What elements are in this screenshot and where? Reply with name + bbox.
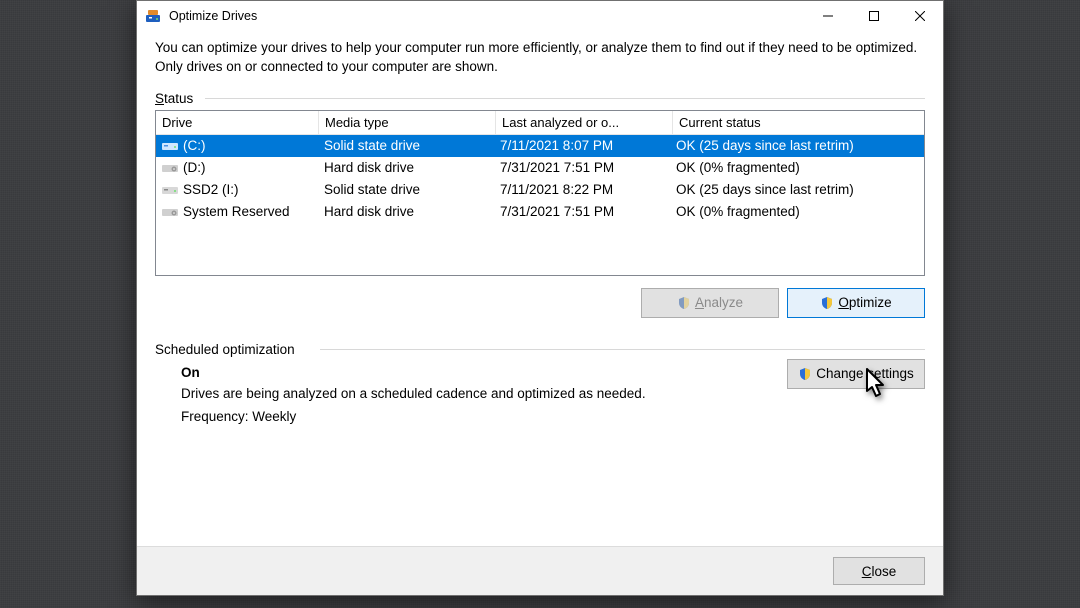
drive-media: Hard disk drive [318, 204, 494, 219]
col-status[interactable]: Current status [673, 111, 924, 134]
optimize-drives-window: Optimize Drives You can optimize your dr… [136, 0, 944, 596]
drive-media: Solid state drive [318, 182, 494, 197]
close-button[interactable] [897, 1, 943, 31]
drive-last: 7/11/2021 8:07 PM [494, 138, 670, 153]
analyze-label: nalyze [704, 295, 743, 310]
scheduled-section-label: Scheduled optimization [155, 342, 925, 357]
table-row[interactable]: (C:) Solid state drive 7/11/2021 8:07 PM… [156, 135, 924, 157]
change-settings-post: ettings [874, 366, 914, 381]
schedule-freq: Frequency: Weekly [181, 409, 925, 424]
window-title: Optimize Drives [169, 9, 257, 23]
table-row[interactable]: System Reserved Hard disk drive 7/31/202… [156, 201, 924, 223]
close-label: lose [871, 564, 896, 579]
drive-name: System Reserved [183, 204, 290, 219]
drive-name: (C:) [183, 138, 206, 153]
app-icon [145, 8, 161, 24]
drive-status: OK (25 days since last retrim) [670, 182, 924, 197]
analyze-button: Analyze [641, 288, 779, 318]
shield-icon [798, 367, 812, 381]
drive-icon [162, 162, 178, 174]
close-dialog-button[interactable]: Close [833, 557, 925, 585]
minimize-button[interactable] [805, 1, 851, 31]
col-drive[interactable]: Drive [156, 111, 319, 134]
col-media[interactable]: Media type [319, 111, 496, 134]
col-last[interactable]: Last analyzed or o... [496, 111, 673, 134]
drive-media: Solid state drive [318, 138, 494, 153]
table-row[interactable]: (D:) Hard disk drive 7/31/2021 7:51 PM O… [156, 157, 924, 179]
drive-status: OK (0% fragmented) [670, 160, 924, 175]
optimize-button[interactable]: Optimize [787, 288, 925, 318]
shield-icon [677, 296, 691, 310]
drive-name: (D:) [183, 160, 206, 175]
drive-status: OK (0% fragmented) [670, 204, 924, 219]
drive-icon [162, 184, 178, 196]
scheduled-body: Change settings On Drives are being anal… [155, 361, 925, 424]
drive-last: 7/31/2021 7:51 PM [494, 204, 670, 219]
drive-icon [162, 140, 178, 152]
change-settings-button[interactable]: Change settings [787, 359, 925, 389]
table-header: Drive Media type Last analyzed or o... C… [156, 111, 924, 135]
drive-table: Drive Media type Last analyzed or o... C… [155, 110, 925, 276]
footer: Close [137, 546, 943, 595]
drive-last: 7/31/2021 7:51 PM [494, 160, 670, 175]
drive-icon [162, 206, 178, 218]
shield-icon [820, 296, 834, 310]
drive-name: SSD2 (I:) [183, 182, 239, 197]
maximize-button[interactable] [851, 1, 897, 31]
table-row[interactable]: SSD2 (I:) Solid state drive 7/11/2021 8:… [156, 179, 924, 201]
status-section-label: Status [155, 91, 925, 106]
drive-media: Hard disk drive [318, 160, 494, 175]
intro-text: You can optimize your drives to help you… [155, 39, 925, 77]
drive-last: 7/11/2021 8:22 PM [494, 182, 670, 197]
optimize-label: ptimize [849, 295, 892, 310]
titlebar: Optimize Drives [137, 1, 943, 31]
drive-status: OK (25 days since last retrim) [670, 138, 924, 153]
change-settings-pre: Change [816, 366, 867, 381]
